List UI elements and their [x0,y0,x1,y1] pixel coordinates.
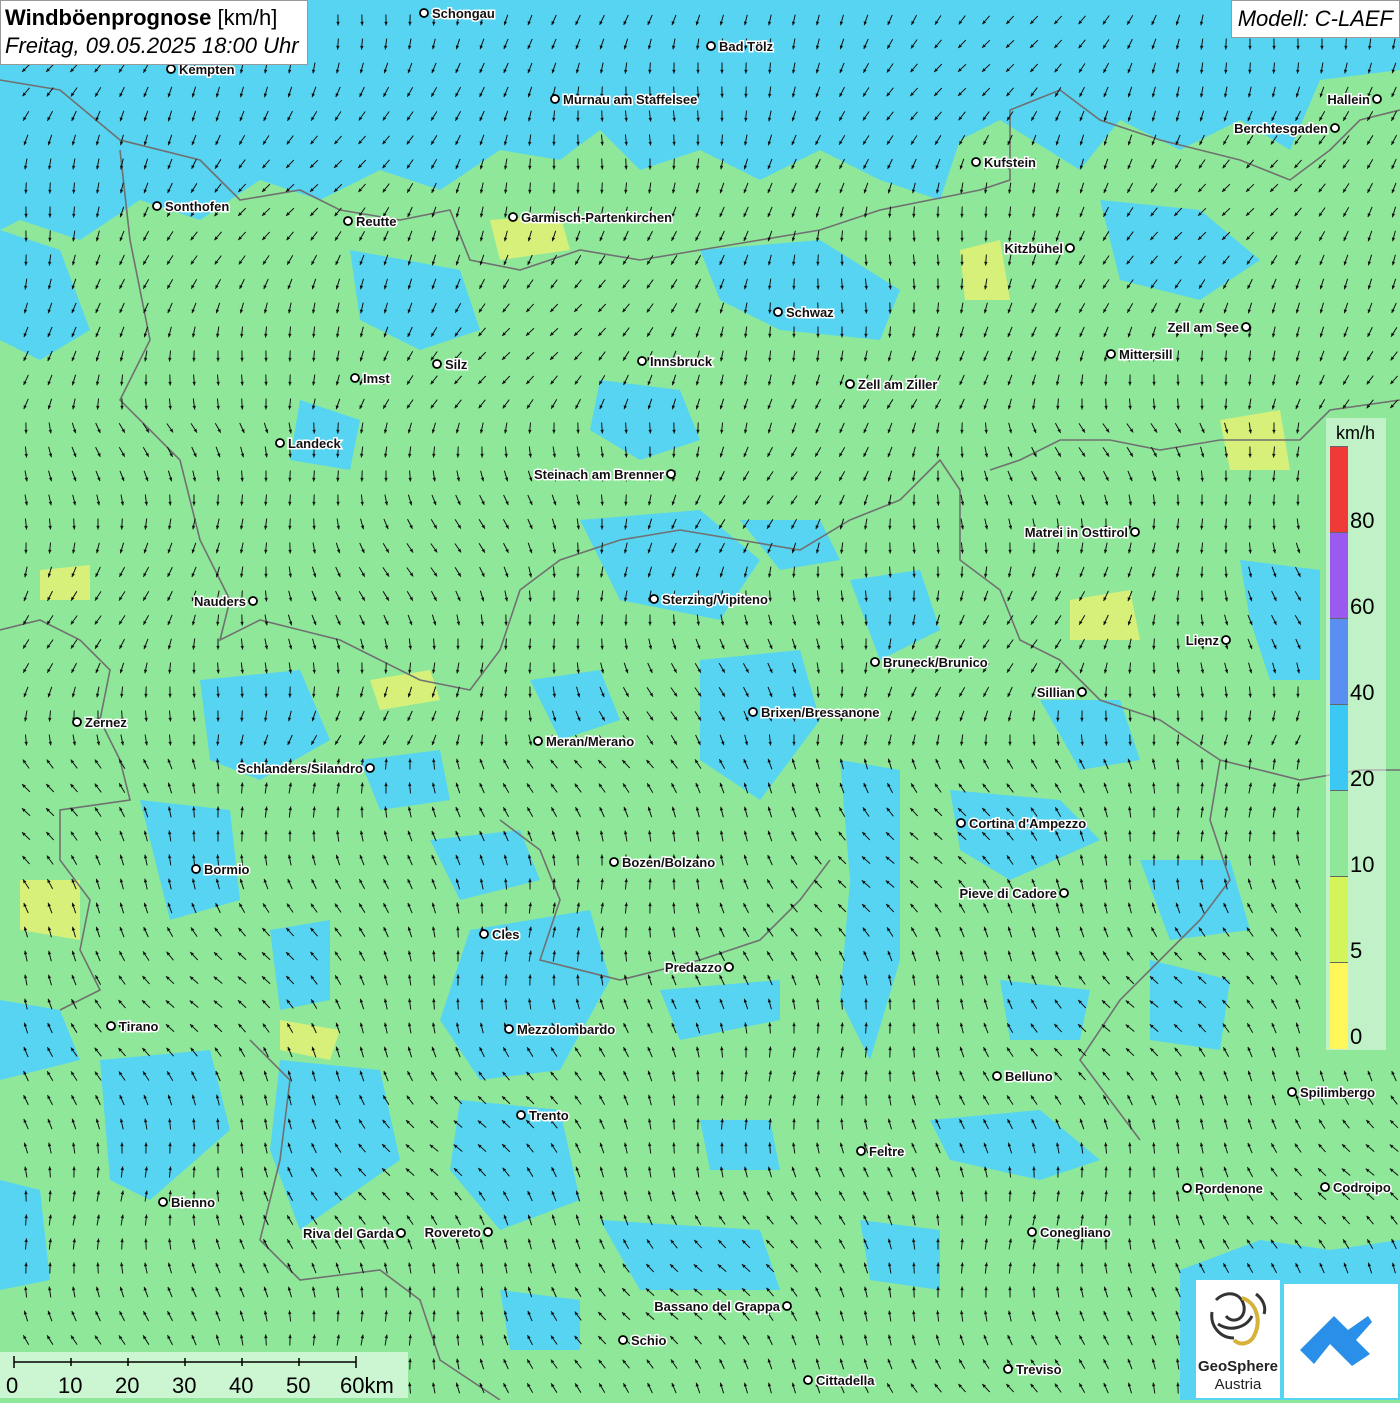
gust-field-blob [1000,980,1090,1040]
wind-gust-map: SchongauBad TölzKemptenMurnau am Staffel… [0,0,1400,1400]
gust-field-blob [270,920,330,1010]
gust-field-blob [500,1290,580,1350]
gust-field-weak-patch [40,565,90,600]
gust-field-blob [700,1120,780,1170]
gust-field-blob [860,1220,940,1290]
